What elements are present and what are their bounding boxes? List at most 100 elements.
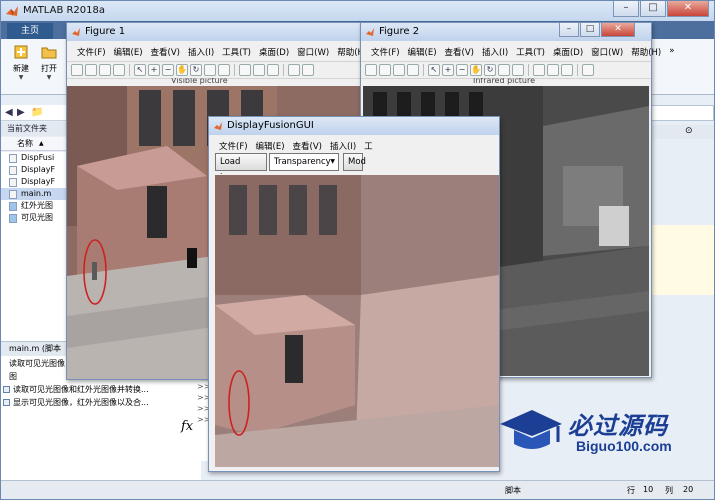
save-icon[interactable] xyxy=(99,64,111,76)
brush-icon[interactable] xyxy=(218,64,230,76)
toolbar-separator xyxy=(423,64,424,76)
status-col-label: 列 xyxy=(665,486,673,495)
pan-icon[interactable]: ✋ xyxy=(470,64,482,76)
main-title-bar: MATLAB R2018a – □ ✕ xyxy=(1,1,714,21)
minimize-button[interactable]: – xyxy=(559,23,579,37)
open-label: 打开 xyxy=(41,64,57,73)
colorbar-icon[interactable] xyxy=(253,64,265,76)
menu-file[interactable]: 文件(F) xyxy=(73,43,110,59)
new-figure-icon[interactable] xyxy=(71,64,83,76)
open-button[interactable]: 打开 ▼ xyxy=(35,43,63,81)
close-button[interactable]: ✕ xyxy=(667,1,709,17)
zoom-out-icon[interactable]: − xyxy=(456,64,468,76)
print-icon[interactable] xyxy=(113,64,125,76)
menu-view[interactable]: 查看(V) xyxy=(147,43,184,59)
legend-icon[interactable] xyxy=(267,64,279,76)
details-item[interactable]: 显示可见光图像，红外光图像以及合... xyxy=(1,395,201,408)
menu-edit[interactable]: 编辑(E) xyxy=(110,43,147,59)
file-list: DispFusi DisplayF DisplayF main.m 红外光图 可… xyxy=(1,152,69,342)
minimize-button[interactable]: – xyxy=(613,1,639,17)
show-plot-tools-icon[interactable] xyxy=(302,64,314,76)
zoom-in-icon[interactable]: + xyxy=(148,64,160,76)
rotate-icon[interactable]: ↻ xyxy=(484,64,496,76)
maximize-button[interactable]: □ xyxy=(580,23,600,37)
toolbar-separator xyxy=(577,64,578,76)
pointer-icon[interactable]: ↖ xyxy=(428,64,440,76)
tab-home[interactable]: 主页 xyxy=(7,23,53,39)
blend-mode-dropdown[interactable]: Transparency ▼ xyxy=(269,153,339,171)
menu-view[interactable]: 查看(V) xyxy=(441,43,478,59)
menu-overflow-icon[interactable]: » xyxy=(665,43,678,59)
back-arrow-icon[interactable]: ◀ xyxy=(5,107,13,118)
open-file-icon[interactable] xyxy=(85,64,97,76)
menu-tools[interactable]: 工具(T) xyxy=(218,43,255,59)
list-item[interactable]: DisplayF xyxy=(1,176,69,188)
menu-insert[interactable]: 插入(I) xyxy=(478,43,512,59)
address-bar[interactable]: ◀ ▶ 📁 xyxy=(1,105,69,121)
file-icon xyxy=(9,178,17,187)
chevron-down-icon: ▼ xyxy=(46,74,52,81)
new-button[interactable]: 新建 ▼ xyxy=(7,43,35,81)
menu-edit[interactable]: 编辑(E) xyxy=(252,137,289,153)
status-bar: 脚本 行 10 列 20 xyxy=(1,480,714,499)
hide-plot-tools-icon[interactable] xyxy=(288,64,300,76)
pan-icon[interactable]: ✋ xyxy=(176,64,188,76)
menu-view[interactable]: 查看(V) xyxy=(289,137,326,153)
name-column-header[interactable]: 名称 ▲ xyxy=(1,137,69,151)
menu-tools[interactable]: 工具(T) xyxy=(512,43,549,59)
script-icon xyxy=(9,190,17,199)
new-figure-icon[interactable] xyxy=(365,64,377,76)
open-file-icon[interactable] xyxy=(379,64,391,76)
folder-up-icon[interactable]: 📁 xyxy=(31,107,43,118)
list-item-selected[interactable]: main.m xyxy=(1,188,69,200)
zoom-out-icon[interactable]: − xyxy=(162,64,174,76)
colorbar-icon[interactable] xyxy=(547,64,559,76)
matlab-logo-icon xyxy=(6,6,18,16)
link-icon[interactable] xyxy=(533,64,545,76)
file-name: 红外光图 xyxy=(21,201,53,210)
load-images-button[interactable]: Load images xyxy=(215,153,267,183)
matlab-logo-icon xyxy=(214,122,222,130)
close-button[interactable]: ✕ xyxy=(601,23,635,37)
menu-file[interactable]: 文件(F) xyxy=(367,43,404,59)
chevron-down-icon: ▼ xyxy=(330,158,335,165)
rotate-icon[interactable]: ↻ xyxy=(190,64,202,76)
maximize-button[interactable]: □ xyxy=(640,1,666,17)
list-item[interactable]: DisplayF xyxy=(1,164,69,176)
fused-picture xyxy=(215,175,499,467)
legend-icon[interactable] xyxy=(561,64,573,76)
details-item[interactable]: 读取可见光图像和红外光图像并转换... xyxy=(1,382,201,395)
fx-icon[interactable]: fx xyxy=(181,419,193,434)
menu-window[interactable]: 窗口(W) xyxy=(587,43,627,59)
menu-edit[interactable]: 编辑(E) xyxy=(404,43,441,59)
list-item[interactable]: 可见光图 xyxy=(1,212,69,224)
hide-plot-tools-icon[interactable] xyxy=(582,64,594,76)
print-icon[interactable] xyxy=(407,64,419,76)
save-icon[interactable] xyxy=(393,64,405,76)
figure-2-title-bar: Figure 2 – □ ✕ xyxy=(361,23,651,41)
data-cursor-icon[interactable] xyxy=(498,64,510,76)
zoom-in-icon[interactable]: + xyxy=(442,64,454,76)
list-item[interactable]: DispFusi xyxy=(1,152,69,164)
list-item[interactable]: 红外光图 xyxy=(1,200,69,212)
menu-help[interactable]: 帮助(H) xyxy=(627,43,665,59)
options-icon[interactable]: ⊙ xyxy=(685,126,693,136)
menu-desktop[interactable]: 桌面(D) xyxy=(549,43,587,59)
link-icon[interactable] xyxy=(239,64,251,76)
matlab-logo-icon xyxy=(72,28,80,36)
menu-insert[interactable]: 插入(I) xyxy=(326,137,360,153)
fusion-gui-window: DisplayFusionGUI 文件(F) 编辑(E) 查看(V) 插入(I)… xyxy=(208,116,500,472)
mode-button[interactable]: Mod xyxy=(343,153,366,171)
menu-desktop[interactable]: 桌面(D) xyxy=(255,43,293,59)
menu-insert[interactable]: 插入(I) xyxy=(184,43,218,59)
forward-arrow-icon[interactable]: ▶ xyxy=(17,107,25,118)
menu-tools[interactable]: 工 xyxy=(360,137,377,153)
menu-window[interactable]: 窗口(W) xyxy=(293,43,333,59)
menu-file[interactable]: 文件(F) xyxy=(215,137,252,153)
pointer-icon[interactable]: ↖ xyxy=(134,64,146,76)
data-cursor-icon[interactable] xyxy=(204,64,216,76)
file-name: main.m xyxy=(21,189,52,198)
name-column-label: 名称 xyxy=(17,139,33,148)
brush-icon[interactable] xyxy=(512,64,524,76)
figure-1-title-bar: Figure 1 xyxy=(67,23,361,41)
